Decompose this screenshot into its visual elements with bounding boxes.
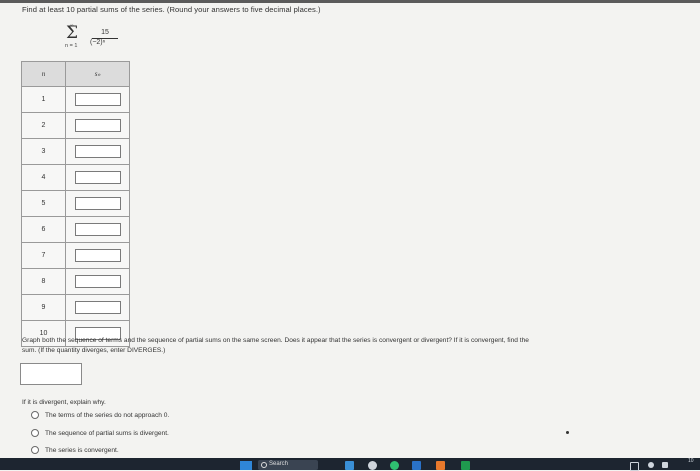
s8-input[interactable] — [74, 274, 121, 288]
row-n: 6 — [21, 216, 66, 243]
option-label: The terms of the series do not approach … — [45, 411, 170, 419]
header-sn: sₙ — [65, 61, 130, 87]
browser-icon[interactable] — [390, 461, 399, 470]
option-label: The series is convergent. — [45, 446, 119, 454]
table-header-row: n sₙ — [21, 61, 130, 87]
cursor-dot — [566, 431, 569, 434]
row-n: 1 — [21, 86, 66, 113]
option-terms-not-zero[interactable]: The terms of the series do not approach … — [31, 411, 169, 419]
header-n: n — [21, 61, 66, 87]
row-n: 2 — [21, 112, 66, 139]
excel-icon[interactable] — [461, 461, 470, 470]
taskbar-app-icon[interactable] — [412, 461, 421, 470]
table-row: 3 — [21, 138, 130, 165]
s5-input[interactable] — [74, 196, 121, 210]
row-n: 4 — [21, 164, 66, 191]
s9-input[interactable] — [74, 300, 121, 314]
taskbar-app-icon[interactable] — [436, 461, 445, 470]
table-row: 9 — [21, 294, 130, 321]
fraction-numerator: 15 — [101, 29, 109, 36]
gear-icon[interactable] — [368, 461, 377, 470]
s2-input[interactable] — [74, 118, 121, 132]
search-label: Search — [269, 461, 289, 467]
sigma-lower-limit: n = 1 — [65, 43, 78, 49]
wifi-icon[interactable] — [648, 462, 654, 468]
row-n: 3 — [21, 138, 66, 165]
row-n: 7 — [21, 242, 66, 269]
volume-icon[interactable] — [662, 462, 668, 468]
fraction-denominator: (−2)ⁿ — [90, 39, 106, 46]
radio-button[interactable] — [31, 429, 39, 437]
sigma-symbol: Σ — [66, 23, 79, 43]
graph-question-line2: sum. (If the quantity diverges, enter DI… — [22, 347, 166, 354]
option-label: The sequence of partial sums is divergen… — [45, 429, 169, 437]
taskbar-search[interactable]: Search — [258, 460, 318, 470]
sum-answer-input[interactable] — [20, 363, 82, 385]
row-n: 5 — [21, 190, 66, 217]
table-row: 4 — [21, 164, 130, 191]
table-row: 8 — [21, 268, 130, 295]
instruction-text: Find at least 10 partial sums of the ser… — [22, 5, 321, 14]
option-partial-sums-divergent[interactable]: The sequence of partial sums is divergen… — [31, 429, 169, 437]
table-row: 7 — [21, 242, 130, 269]
table-row: 5 — [21, 190, 130, 217]
table-row: 6 — [21, 216, 130, 243]
partial-sums-table: n sₙ 1 2 3 4 5 6 7 8 9 10 — [21, 61, 130, 347]
divergent-prompt: If it is divergent, explain why. — [22, 399, 106, 406]
s1-input[interactable] — [74, 92, 121, 106]
taskbar: Search 10 — [0, 458, 700, 471]
graph-question: Graph both the sequence of terms and the… — [22, 336, 700, 356]
row-n: 8 — [21, 268, 66, 295]
top-border — [0, 0, 700, 3]
graph-question-line1: Graph both the sequence of terms and the… — [22, 337, 529, 344]
radio-button[interactable] — [31, 446, 39, 454]
search-icon — [261, 462, 267, 468]
radio-button[interactable] — [31, 411, 39, 419]
clock: 10 — [688, 458, 694, 464]
s6-input[interactable] — [74, 222, 121, 236]
table-row: 2 — [21, 112, 130, 139]
row-n: 9 — [21, 294, 66, 321]
taskbar-app-icon[interactable] — [345, 461, 354, 470]
series-expression: ∞ Σ n = 1 15 (−2)ⁿ — [62, 23, 152, 59]
windows-start-icon[interactable] — [240, 461, 252, 470]
s3-input[interactable] — [74, 144, 121, 158]
table-row: 1 — [21, 86, 130, 113]
s7-input[interactable] — [74, 248, 121, 262]
option-series-convergent[interactable]: The series is convergent. — [31, 446, 119, 454]
s4-input[interactable] — [74, 170, 121, 184]
